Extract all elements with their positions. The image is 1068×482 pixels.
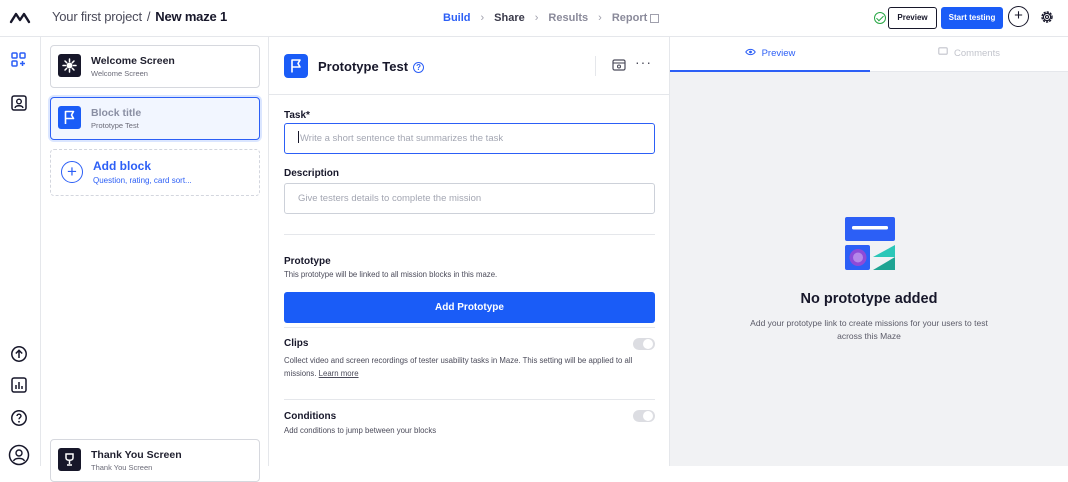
sun-icon bbox=[62, 58, 77, 73]
block-subtitle: Welcome Screen bbox=[91, 69, 148, 78]
step-report[interactable]: Report bbox=[612, 12, 647, 24]
analytics-icon[interactable] bbox=[10, 376, 28, 394]
block-welcome-screen[interactable]: Welcome Screen Welcome Screen bbox=[50, 45, 260, 88]
clips-toggle[interactable] bbox=[633, 338, 655, 350]
tab-preview-label: Preview bbox=[761, 48, 796, 59]
description-input[interactable]: Give testers details to complete the mis… bbox=[284, 183, 655, 214]
add-prototype-button[interactable]: Add Prototype bbox=[284, 292, 655, 323]
chevron-right-icon: › bbox=[598, 12, 602, 24]
contacts-icon[interactable] bbox=[10, 94, 28, 112]
chevron-right-icon: › bbox=[480, 12, 485, 24]
add-block-label: Add block bbox=[93, 159, 152, 173]
divider bbox=[284, 327, 655, 328]
editor-title-text: Prototype Test bbox=[318, 59, 409, 74]
thankyou-tile bbox=[58, 448, 81, 471]
workflow-steps: Build › Share › Results › Report bbox=[443, 12, 660, 24]
preview-panel: Preview Comments No prototype added Add … bbox=[670, 37, 1068, 466]
breadcrumb-project[interactable]: Your first project bbox=[52, 9, 142, 24]
preview-tabs: Preview Comments bbox=[670, 37, 1068, 72]
description-placeholder: Give testers details to complete the mis… bbox=[298, 193, 482, 204]
empty-state-description: Add your prototype link to create missio… bbox=[750, 318, 988, 341]
gear-icon[interactable] bbox=[1040, 10, 1054, 24]
question-icon[interactable]: ? bbox=[413, 62, 425, 73]
saved-check-icon bbox=[874, 12, 886, 24]
blocks-list: Welcome Screen Welcome Screen Block titl… bbox=[41, 37, 269, 482]
external-link-icon bbox=[650, 13, 660, 23]
step-share[interactable]: Share bbox=[494, 12, 525, 24]
divider bbox=[284, 399, 655, 400]
preview-button[interactable]: Preview bbox=[888, 7, 937, 29]
add-block-hint: Question, rating, card sort... bbox=[93, 176, 192, 185]
trophy-icon bbox=[65, 453, 74, 466]
preview-toggle-icon[interactable] bbox=[612, 59, 626, 71]
conditions-label: Conditions bbox=[284, 411, 337, 422]
help-icon[interactable] bbox=[10, 409, 28, 427]
maze-logo-icon[interactable] bbox=[9, 7, 31, 29]
block-subtitle: Thank You Screen bbox=[91, 463, 153, 472]
prototype-label: Prototype bbox=[284, 256, 331, 267]
chevron-right-icon: › bbox=[534, 12, 539, 24]
editor-header: Prototype Test? ··· bbox=[269, 37, 670, 95]
add-block-button[interactable]: + Add block Question, rating, card sort.… bbox=[50, 149, 260, 196]
text-caret bbox=[298, 131, 299, 143]
breadcrumb: Your first project / New maze 1 bbox=[52, 9, 227, 24]
prototype-tile bbox=[58, 106, 81, 129]
clips-label: Clips bbox=[284, 338, 309, 349]
tab-comments[interactable]: Comments bbox=[870, 37, 1068, 72]
breadcrumb-separator: / bbox=[146, 9, 151, 24]
step-results[interactable]: Results bbox=[548, 12, 588, 24]
description-label: Description bbox=[284, 168, 340, 179]
empty-state-title: No prototype added bbox=[800, 291, 938, 307]
block-title: Welcome Screen bbox=[91, 55, 175, 67]
tab-preview[interactable]: Preview bbox=[670, 37, 870, 72]
welcome-tile bbox=[58, 54, 81, 77]
block-editor: Prototype Test? ··· Task* Write a short … bbox=[269, 37, 670, 466]
divider bbox=[595, 56, 596, 76]
block-current[interactable]: Block title Prototype Test bbox=[50, 97, 260, 140]
task-placeholder: Write a short sentence that summarizes t… bbox=[300, 133, 504, 144]
blocks-grid-icon[interactable] bbox=[10, 51, 28, 69]
upload-icon[interactable] bbox=[10, 345, 28, 363]
no-prototype-illustration bbox=[845, 217, 895, 270]
user-avatar-icon[interactable] bbox=[8, 444, 30, 466]
conditions-description: Add conditions to jump between your bloc… bbox=[284, 426, 437, 435]
block-thank-you-screen[interactable]: Thank You Screen Thank You Screen bbox=[50, 439, 260, 482]
editor-title: Prototype Test? bbox=[318, 59, 425, 74]
start-testing-button[interactable]: Start testing bbox=[941, 7, 1003, 29]
step-build[interactable]: Build bbox=[443, 12, 471, 24]
block-title: Thank You Screen bbox=[91, 449, 182, 461]
learn-more-link[interactable]: Learn more bbox=[319, 369, 359, 378]
tab-comments-label: Comments bbox=[954, 48, 1000, 59]
clips-description: Collect video and screen recordings of t… bbox=[284, 354, 644, 380]
top-bar: Your first project / New maze 1 Build › Sh… bbox=[0, 0, 1068, 37]
add-icon[interactable]: + bbox=[1008, 6, 1029, 27]
eye-icon bbox=[744, 37, 756, 71]
conditions-toggle[interactable] bbox=[633, 410, 655, 422]
more-options-icon[interactable]: ··· bbox=[635, 54, 652, 70]
divider bbox=[284, 234, 655, 235]
flag-icon bbox=[64, 110, 75, 124]
left-rail bbox=[0, 37, 41, 466]
task-label: Task* bbox=[284, 110, 310, 121]
breadcrumb-maze-name[interactable]: New maze 1 bbox=[155, 9, 227, 24]
block-subtitle: Prototype Test bbox=[91, 121, 139, 130]
task-input[interactable]: Write a short sentence that summarizes t… bbox=[284, 123, 655, 154]
flag-icon bbox=[291, 59, 301, 73]
prototype-description: This prototype will be linked to all mis… bbox=[284, 270, 498, 279]
block-title: Block title bbox=[91, 107, 142, 119]
comment-icon bbox=[938, 37, 948, 71]
plus-circle-icon: + bbox=[61, 161, 83, 183]
prototype-tile bbox=[284, 54, 308, 78]
